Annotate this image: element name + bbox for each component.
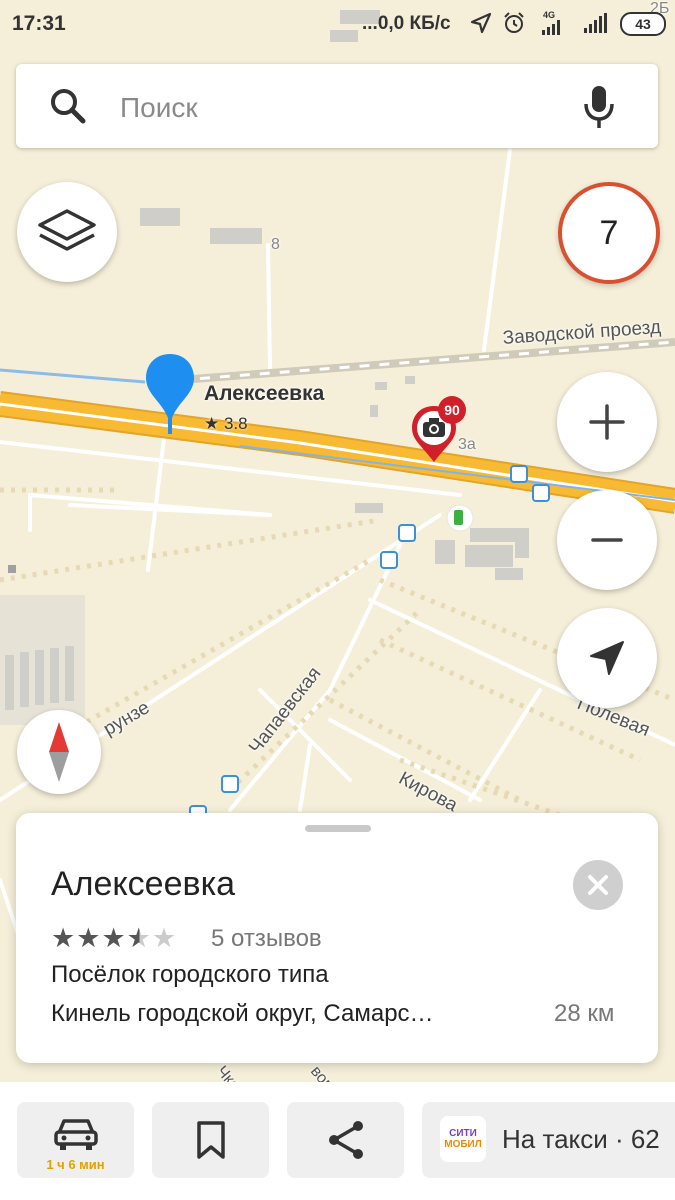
status-time: 17:31 bbox=[12, 12, 66, 35]
network-speed: ...0,0 КБ/с bbox=[362, 13, 451, 34]
map-place-name: Алексеевка bbox=[204, 382, 325, 405]
share-button[interactable] bbox=[287, 1102, 404, 1178]
zoom-in-button[interactable] bbox=[557, 372, 657, 472]
plus-icon bbox=[589, 404, 625, 440]
place-distance: 28 км bbox=[554, 1000, 615, 1027]
half-star-icon: ★ bbox=[126, 923, 152, 953]
layers-icon bbox=[38, 209, 96, 251]
car-icon bbox=[53, 1119, 98, 1150]
search-bar[interactable]: Поиск bbox=[16, 64, 658, 148]
layers-button[interactable] bbox=[17, 182, 117, 282]
reviews-link[interactable]: 5 отзывов bbox=[211, 925, 322, 953]
speed-limit-indicator: 7 bbox=[558, 182, 660, 284]
camera-speed-badge: 90 bbox=[438, 396, 466, 424]
star-icon: ★ bbox=[101, 923, 127, 953]
compass-button[interactable] bbox=[17, 710, 101, 794]
taxi-button[interactable]: СИТИ МОБИЛ На такси · 62 bbox=[422, 1102, 675, 1178]
bookmark-icon bbox=[196, 1121, 225, 1159]
navigation-arrow-icon bbox=[590, 641, 624, 675]
status-bar: 17:31 ...0,0 КБ/с 4G 43 bbox=[0, 0, 675, 48]
microphone-icon[interactable] bbox=[582, 84, 616, 130]
search-icon bbox=[51, 89, 86, 124]
speed-camera-marker[interactable]: 90 bbox=[408, 396, 466, 466]
my-location-button[interactable] bbox=[557, 608, 657, 708]
location-arrow-icon bbox=[470, 12, 492, 34]
location-pin-icon[interactable] bbox=[144, 352, 196, 436]
place-address: Кинель городской округ, Самарс… bbox=[51, 1000, 434, 1027]
place-type: Посёлок городского типа bbox=[51, 961, 329, 988]
share-icon bbox=[328, 1121, 363, 1159]
zoom-out-button[interactable] bbox=[557, 490, 657, 590]
minus-icon bbox=[591, 538, 623, 542]
taxi-logo: СИТИ МОБИЛ bbox=[440, 1116, 486, 1162]
place-title: Алексеевка bbox=[51, 865, 236, 903]
taxi-logo-line2: МОБИЛ bbox=[444, 1139, 482, 1150]
bottom-action-bar: 1 ч 6 мин СИТИ МОБИЛ На такси · 62 bbox=[0, 1082, 675, 1200]
alarm-icon bbox=[504, 12, 524, 33]
battery-indicator: 43 bbox=[620, 12, 666, 36]
signal-icon-2 bbox=[584, 13, 607, 33]
star-icon: ★ bbox=[51, 923, 77, 953]
building-label-3a: 3а bbox=[458, 436, 476, 453]
map-place-rating: ★ 3.8 bbox=[204, 414, 248, 433]
card-drag-handle[interactable] bbox=[305, 825, 371, 832]
taxi-logo-line1: СИТИ bbox=[449, 1128, 477, 1139]
empty-star-icon: ★ bbox=[151, 923, 178, 953]
star-icon: ★ bbox=[76, 923, 102, 953]
rating-stars: ★★★★★ bbox=[51, 923, 177, 954]
building-label-8: 8 bbox=[271, 236, 280, 253]
close-icon bbox=[588, 875, 608, 895]
bookmark-button[interactable] bbox=[152, 1102, 269, 1178]
compass-icon bbox=[49, 722, 69, 782]
search-input[interactable]: Поиск bbox=[120, 92, 198, 124]
place-card[interactable]: Алексеевка ★★★★★ 5 отзывов Посёлок город… bbox=[16, 813, 658, 1063]
signal-icon bbox=[542, 20, 560, 35]
route-time: 1 ч 6 мин bbox=[46, 1157, 105, 1172]
taxi-label: На такси · 62 bbox=[502, 1124, 660, 1154]
close-button[interactable] bbox=[573, 860, 623, 910]
route-button[interactable]: 1 ч 6 мин bbox=[17, 1102, 134, 1178]
